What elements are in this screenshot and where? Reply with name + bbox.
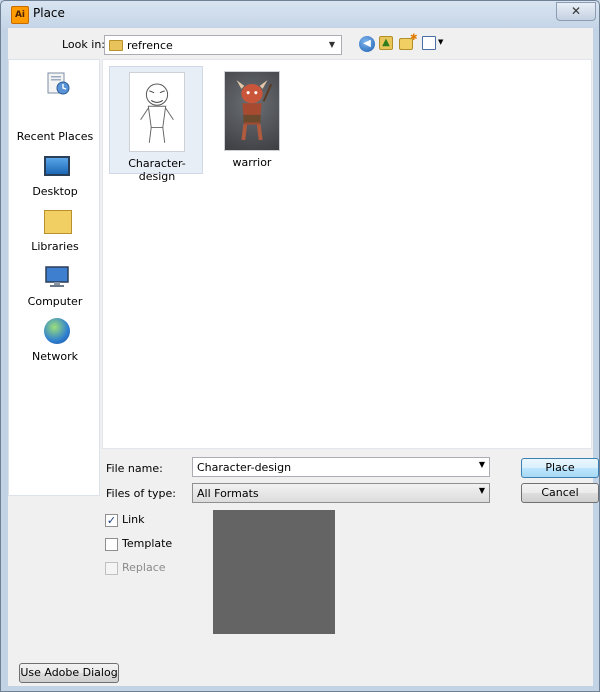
files-of-type-select[interactable]: All Formats ▼ [192, 483, 490, 503]
template-checkbox[interactable] [105, 538, 118, 551]
place-label: Libraries [31, 240, 79, 253]
replace-label: Replace [122, 561, 166, 574]
place-label: Computer [27, 295, 83, 308]
places-bar: Recent Places Desktop Libraries Computer [8, 59, 100, 496]
views-dropdown-icon[interactable]: ▼ [438, 38, 443, 46]
network-icon [44, 318, 70, 344]
chevron-down-icon[interactable]: ▼ [325, 38, 339, 52]
place-label: Desktop [32, 185, 78, 198]
look-in-label: Look in: [62, 38, 105, 51]
warrior-thumbnail [224, 71, 280, 151]
chevron-down-icon[interactable]: ▼ [479, 460, 485, 469]
replace-checkbox [105, 562, 118, 575]
files-of-type-value: All Formats [197, 487, 259, 500]
place-button[interactable]: Place [521, 458, 599, 478]
close-button[interactable]: ✕ [556, 2, 596, 21]
folder-icon [109, 40, 123, 51]
place-label: Network [32, 350, 78, 363]
files-of-type-label: Files of type: [106, 487, 177, 500]
file-name-label: warrior [232, 156, 272, 169]
cancel-button[interactable]: Cancel [521, 483, 599, 503]
use-adobe-dialog-button[interactable]: Use Adobe Dialog [19, 663, 119, 683]
place-label: Recent Places [16, 130, 94, 143]
desktop-icon [44, 156, 70, 176]
recent-places-icon [47, 72, 70, 95]
file-name-field[interactable]: Character-design ▼ [192, 457, 490, 477]
look-in-value: refrence [127, 39, 173, 52]
link-checkbox[interactable]: ✓ [105, 514, 118, 527]
libraries-icon [44, 210, 72, 234]
place-dialog: Ai Place ✕ Look in: refrence ▼ ◀ ▲ ✱ ▼ R… [0, 0, 600, 692]
dialog-content: Look in: refrence ▼ ◀ ▲ ✱ ▼ Recent Place… [8, 28, 599, 686]
file-name-label: Character-design [128, 157, 186, 183]
illustrator-app-icon: Ai [11, 6, 29, 24]
file-item-character-design[interactable]: Character-design [109, 66, 203, 183]
window-title: Place [33, 6, 65, 20]
file-item-warrior[interactable]: warrior [205, 66, 299, 174]
link-label: Link [122, 513, 145, 526]
file-name-value: Character-design [197, 461, 292, 474]
computer-icon [45, 266, 69, 287]
file-name-label: File name: [106, 462, 163, 475]
template-label: Template [122, 537, 173, 550]
title-bar: Ai Place ✕ [1, 1, 599, 27]
look-in-dropdown[interactable]: refrence ▼ [104, 35, 342, 55]
character-sketch-thumbnail [129, 72, 185, 152]
new-folder-star-icon: ✱ [410, 33, 418, 43]
preview-pane [213, 510, 335, 634]
chevron-down-icon[interactable]: ▼ [479, 486, 485, 495]
back-icon[interactable]: ◀ [359, 36, 375, 52]
file-list: Character-design warrior [102, 59, 592, 449]
up-folder-icon[interactable]: ▲ [379, 36, 393, 50]
views-menu-icon[interactable] [422, 36, 436, 50]
